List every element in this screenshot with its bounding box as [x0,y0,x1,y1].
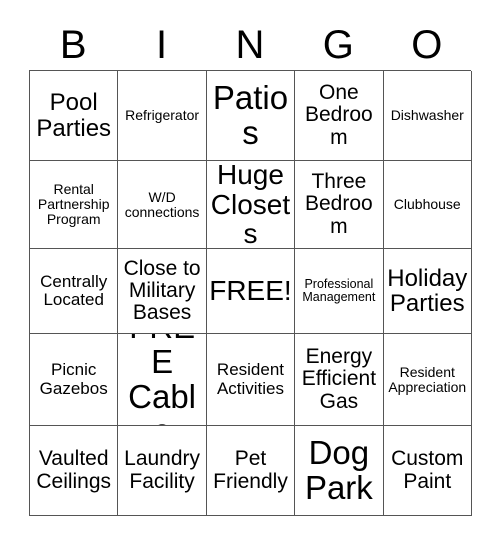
bingo-cell-label: Energy Efficient Gas [301,345,377,413]
bingo-cell-label: Pool Parties [36,89,112,142]
bingo-row: Rental Partnership Program W/D connectio… [30,161,472,249]
bingo-row: Centrally Located Close to Military Base… [30,249,472,334]
bingo-cell[interactable]: Resident Activities [206,334,296,426]
bingo-cell[interactable]: W/D connections [118,161,207,249]
bingo-cell[interactable]: Close to Military Bases [118,249,207,334]
bingo-cell-label: FREE Cable [128,334,197,425]
bingo-cell-label: Rental Partnership Program [37,181,110,227]
bingo-grid: Pool Parties Refrigerator Patios One Bed… [29,70,472,516]
bingo-cell-label: Refrigerator [125,107,200,124]
bingo-cell[interactable]: Centrally Located [30,249,119,334]
bingo-row: Pool Parties Refrigerator Patios One Bed… [30,71,472,161]
bingo-cell-label: Dishwasher [390,107,464,124]
bingo-cell-label: Close to Military Bases [123,256,201,325]
bingo-cell[interactable]: Dishwasher [383,71,472,161]
bingo-header-letter-n: N [206,20,294,70]
header-letter-text: G [322,23,354,67]
bingo-header-letter-b: B [29,20,117,70]
header-letter-text: I [156,23,168,67]
bingo-cell-label: Clubhouse [393,196,461,213]
bingo-row: Vaulted Ceilings Laundry Facility Pet Fr… [30,426,472,516]
bingo-header-letter-o: O [383,20,471,70]
bingo-cell[interactable]: Three Bedroom [295,161,384,249]
bingo-cell-label: W/D connections [124,188,200,220]
bingo-cell[interactable]: Professional Management [295,249,384,334]
bingo-cell-label: Holiday Parties [387,264,468,317]
bingo-card: B I N G O Pool Parties Refrigerator Pati… [29,20,472,516]
bingo-cell-label: Resident Appreciation [388,363,467,395]
bingo-cell-label: Vaulted Ceilings [36,447,112,493]
bingo-cell-label: Huge Closets [210,161,291,249]
bingo-cell[interactable]: Laundry Facility [118,426,207,516]
bingo-cell[interactable]: Clubhouse [383,161,472,249]
bingo-header-letter-i: I [117,20,205,70]
bingo-header-letter-g: G [294,20,382,70]
bingo-cell-label: Professional Management [302,276,376,304]
header-letter-text: N [235,23,265,67]
bingo-cell[interactable]: FREE Cable [118,334,207,426]
bingo-cell[interactable]: Holiday Parties [383,249,472,334]
bingo-cell-label: One Bedroom [305,81,373,149]
bingo-cell[interactable]: Pet Friendly [206,426,296,516]
bingo-cell-label: Picnic Gazebos [39,360,108,398]
bingo-cell-label: FREE! [209,275,292,307]
bingo-cell[interactable]: Refrigerator [118,71,207,161]
bingo-cell[interactable]: Picnic Gazebos [30,334,119,426]
bingo-cell[interactable]: Pool Parties [30,71,119,161]
bingo-cell[interactable]: Dog Park [295,426,384,516]
bingo-cell-label: Resident Activities [216,360,285,398]
bingo-cell-label: Pet Friendly [213,447,288,493]
bingo-cell-label: Laundry Facility [124,447,201,493]
header-letter-text: O [411,23,443,67]
bingo-cell-label: Dog Park [304,433,373,506]
bingo-cell-free[interactable]: FREE! [206,249,296,334]
bingo-cell-label: Centrally Located [40,271,108,309]
bingo-header-row: B I N G O [29,20,471,70]
bingo-cell[interactable]: Rental Partnership Program [30,161,119,249]
bingo-cell[interactable]: One Bedroom [295,71,384,161]
bingo-cell[interactable]: Custom Paint [383,426,472,516]
bingo-row: Picnic Gazebos FREE Cable Resident Activ… [30,334,472,426]
bingo-cell[interactable]: Patios [206,71,296,161]
bingo-cell[interactable]: Vaulted Ceilings [30,426,119,516]
bingo-cell-label: Three Bedroom [305,170,373,238]
bingo-cell[interactable]: Resident Appreciation [383,334,472,426]
bingo-cell[interactable]: Huge Closets [206,161,296,249]
bingo-cell[interactable]: Energy Efficient Gas [295,334,384,426]
bingo-cell-label: Patios [212,78,289,151]
header-letter-text: B [59,23,87,67]
bingo-cell-label: Custom Paint [391,447,464,493]
